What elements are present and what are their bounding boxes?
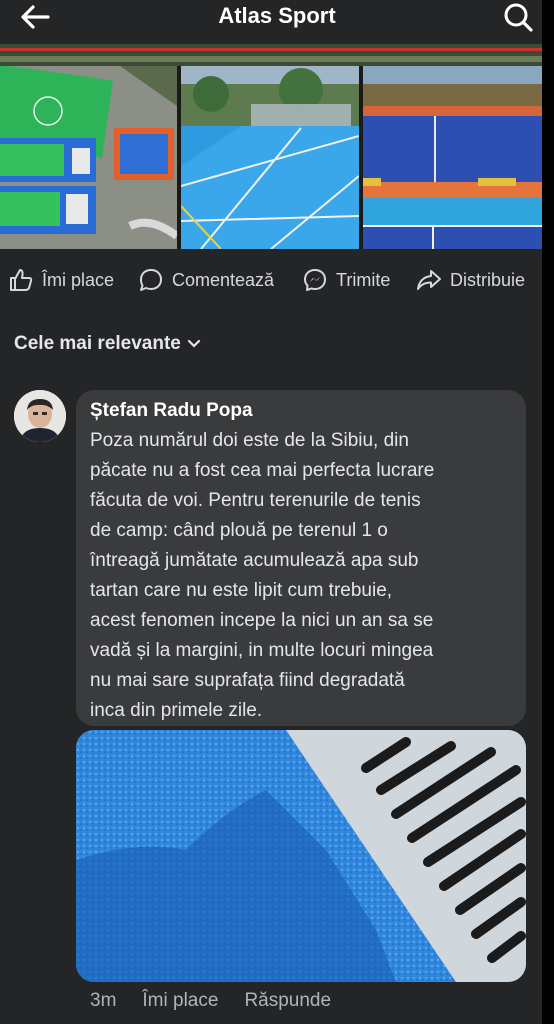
send-button[interactable]: Trimite [302, 260, 390, 300]
comment-icon [140, 269, 162, 291]
sort-label: Cele mai relevante [14, 333, 181, 354]
share-button[interactable]: Distribuie [416, 260, 525, 300]
chevron-down-icon [187, 339, 200, 348]
screen-edge [542, 0, 554, 1024]
arrow-left-icon [21, 5, 50, 29]
post-photo-grid [0, 44, 542, 249]
comment-attached-photo[interactable] [76, 730, 526, 982]
like-button[interactable]: Îmi place [8, 260, 114, 300]
messenger-icon [304, 269, 326, 291]
page-title: Atlas Sport [218, 3, 336, 28]
comment-bubble: Ștefan Radu Popa Poza numărul doi este d… [76, 390, 526, 726]
search-button[interactable] [502, 1, 534, 33]
post-photo-court-sibiu[interactable] [181, 66, 359, 249]
post-actions-bar: Îmi place Comentează Trimite Distribuie [0, 260, 554, 300]
comment-author[interactable]: Ștefan Radu Popa [90, 400, 512, 422]
comment-meta: 3m Îmi place Răspunde [90, 990, 331, 1012]
like-icon [10, 269, 33, 291]
avatar[interactable] [14, 390, 66, 442]
search-icon [504, 3, 533, 32]
comment-label: Comentează [172, 269, 275, 290]
like-label: Îmi place [42, 269, 115, 290]
comment-text: Poza numărul doi este de la Sibiu, din p… [90, 430, 435, 721]
share-icon [417, 270, 441, 290]
send-label: Trimite [336, 269, 391, 290]
photo-top-strip [0, 44, 542, 66]
comment-like-link[interactable]: Îmi place [142, 990, 218, 1012]
post-photo-aerial[interactable] [0, 66, 177, 249]
app-header: Atlas Sport [0, 0, 554, 34]
comment-reply-link[interactable]: Răspunde [244, 990, 331, 1012]
comment-button[interactable]: Comentează [138, 260, 274, 300]
comments-sort-dropdown[interactable]: Cele mai relevante [14, 333, 201, 355]
comment-timestamp[interactable]: 3m [90, 990, 116, 1012]
post-photo-tennis[interactable] [363, 66, 542, 249]
share-label: Distribuie [450, 269, 526, 290]
back-button[interactable] [18, 2, 52, 32]
